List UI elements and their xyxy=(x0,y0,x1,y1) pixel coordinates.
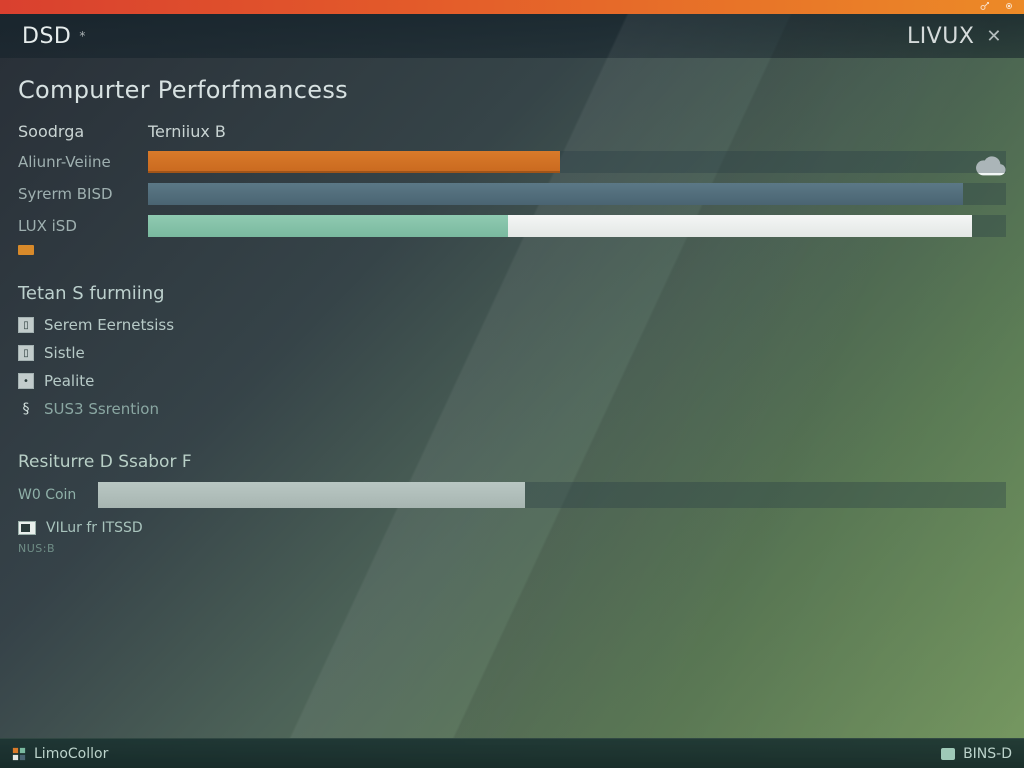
performance-table: Soodrga Terniiux B Aliunr-Veiine Syrerm … xyxy=(18,122,1006,237)
perf-bar-0 xyxy=(148,151,1006,173)
tab-badge: * xyxy=(79,29,86,43)
pin-icon: § xyxy=(18,401,34,417)
statusbar-left-label: LimoCollor xyxy=(34,746,108,762)
column-header-1: Soodrga xyxy=(18,122,148,141)
resource-row-label: W0 Coin xyxy=(18,487,98,503)
list-item[interactable]: § SUS3 Ssrention xyxy=(18,400,1006,418)
list-item-label: Serem Eernetsiss xyxy=(44,316,174,334)
resource-row: W0 Coin xyxy=(18,482,1006,508)
resource-block: Resiturre D Ssabor F W0 Coin VILur fr IT… xyxy=(18,452,1006,555)
perf-row-label: Aliunr-Veiine xyxy=(18,153,148,171)
resource-checkbox-row[interactable]: VILur fr ITSSD xyxy=(18,520,1006,536)
resource-bar xyxy=(98,482,1006,508)
perf-bar-0-fill xyxy=(148,151,560,173)
resource-title: Resiturre D Ssabor F xyxy=(18,452,1006,472)
statusbar-left[interactable]: LimoCollor xyxy=(12,746,108,762)
perf-row-label: LUX iSD xyxy=(18,217,148,235)
list-item[interactable]: ▯ Sistle xyxy=(18,344,1006,362)
tab-bar: DSD * LIVUX ✕ xyxy=(0,14,1024,58)
perf-bar-2-fill-a xyxy=(148,215,508,237)
list-item-label: Pealite xyxy=(44,372,94,390)
tab-label: LIVUX xyxy=(907,24,974,49)
palette-icon xyxy=(12,747,26,761)
checkbox-icon[interactable] xyxy=(18,521,36,535)
resource-tiny-caption: NUS:B xyxy=(18,542,1006,555)
perf-bar-2 xyxy=(148,215,1006,237)
list-item[interactable]: ▯ Serem Eernetsiss xyxy=(18,316,1006,334)
mini-badge-icon xyxy=(18,245,34,255)
app-icon: ▯ xyxy=(18,345,34,361)
tab-label: DSD xyxy=(22,24,71,49)
perf-mini-row: l xyxy=(18,245,1006,255)
checkbox-label: VILur fr ITSSD xyxy=(46,520,143,536)
status-bar: LimoCollor BINS-D xyxy=(0,738,1024,768)
module-icon xyxy=(941,748,955,760)
list-item-label: Sistle xyxy=(44,344,85,362)
perf-bar-1 xyxy=(148,183,1006,205)
perf-bar-1-fill xyxy=(148,183,963,205)
app-icon: ▯ xyxy=(18,317,34,333)
window-controls xyxy=(978,0,1016,13)
column-header-2: Terniiux B xyxy=(148,122,1006,141)
resource-bar-fill xyxy=(98,482,525,508)
list-item[interactable]: • Pealite xyxy=(18,372,1006,390)
statusbar-right[interactable]: BINS-D xyxy=(941,746,1012,762)
running-title: Tetan S furmiing xyxy=(18,283,1006,304)
page-title: Compurter Perforfmancess xyxy=(18,76,1006,104)
list-item-label: SUS3 Ssrention xyxy=(44,400,159,418)
close-icon[interactable]: ✕ xyxy=(986,26,1002,47)
tab-dsd[interactable]: DSD * xyxy=(14,20,94,53)
tab-livux[interactable]: LIVUX ✕ xyxy=(899,20,1010,53)
titlebar xyxy=(0,0,1024,14)
perf-row-label: Syrerm BISD xyxy=(18,185,148,203)
dot-icon: • xyxy=(18,373,34,389)
key-icon[interactable] xyxy=(978,0,992,13)
settings-dot-icon[interactable] xyxy=(1002,0,1016,13)
content: Compurter Perforfmancess Soodrga Terniiu… xyxy=(0,58,1024,555)
running-list: ▯ Serem Eernetsiss ▯ Sistle • Pealite § … xyxy=(18,316,1006,418)
statusbar-right-label: BINS-D xyxy=(963,746,1012,762)
